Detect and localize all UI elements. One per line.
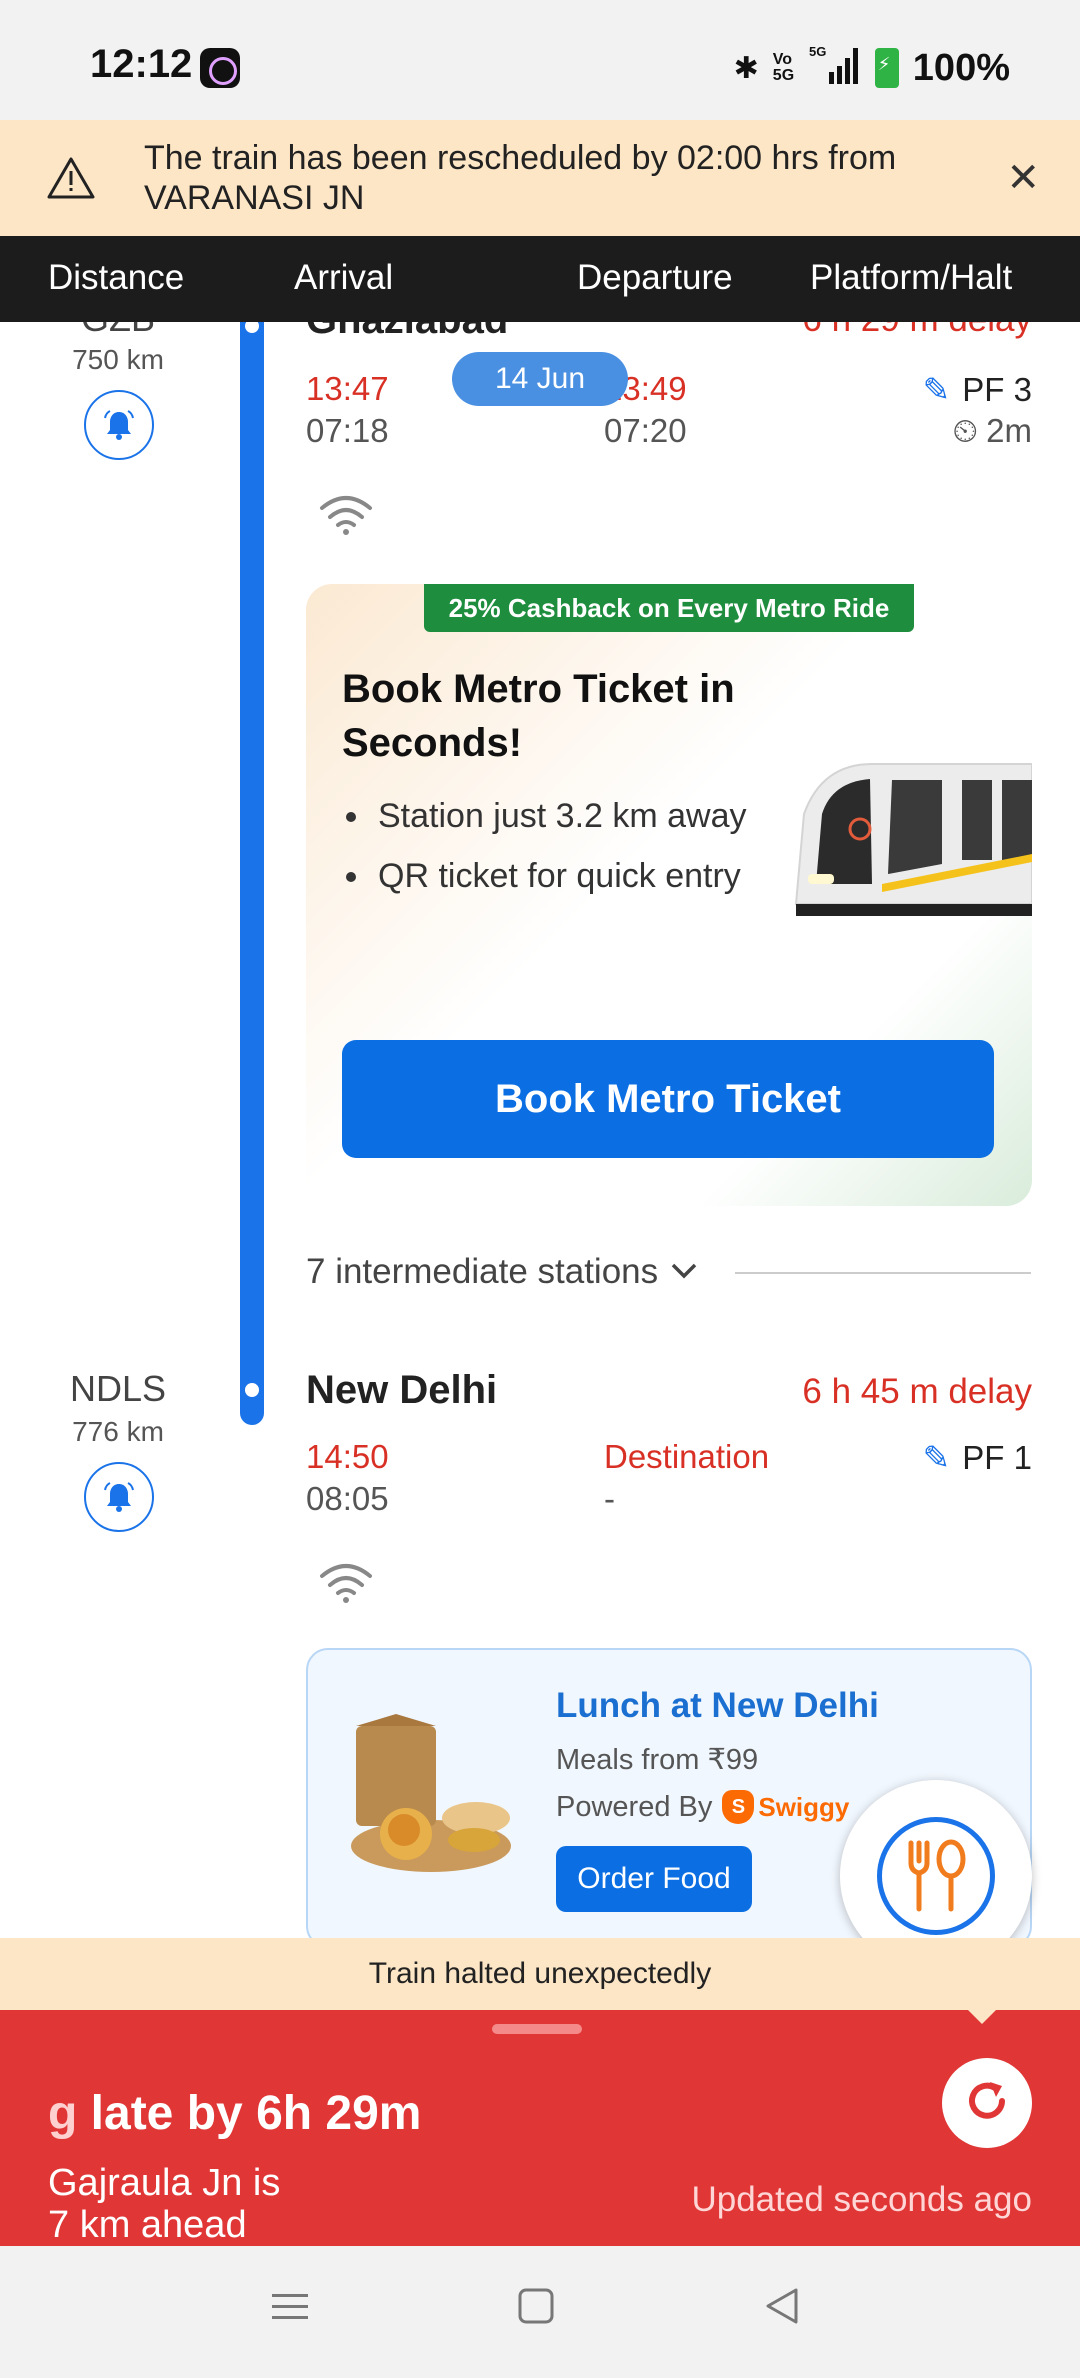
edit-pencil-icon: ✎	[922, 1439, 951, 1476]
order-food-button[interactable]: Order Food	[556, 1846, 752, 1912]
metro-train-image	[792, 734, 1032, 934]
warning-icon	[46, 156, 96, 205]
departure-scheduled: -	[604, 1480, 615, 1517]
arrival-actual: 14:50	[306, 1438, 389, 1475]
date-pill: 14 Jun	[452, 352, 628, 406]
home-icon[interactable]	[516, 2286, 556, 2331]
volte-icon: Vo 5G	[772, 51, 795, 84]
fork-spoon-icon	[877, 1817, 995, 1935]
back-icon[interactable]	[762, 2286, 802, 2331]
timer-off-icon: ⏲	[952, 412, 979, 449]
refresh-icon	[962, 2076, 1012, 2131]
powered-by: Powered By S Swiggy	[556, 1790, 849, 1824]
divider	[735, 1272, 1031, 1274]
status-icons: ✱ Vo 5G 5G 100%	[734, 44, 1010, 92]
platform-number[interactable]: ✎ PF 3	[923, 370, 1032, 409]
station-code: GZB	[18, 322, 218, 340]
arrival-scheduled: 08:05	[306, 1480, 389, 1517]
food-image	[346, 1706, 516, 1876]
swiggy-logo: S Swiggy	[722, 1790, 849, 1824]
alarm-bell-icon[interactable]	[84, 390, 154, 460]
banner-message: The train has been rescheduled by 02:00 …	[144, 139, 897, 217]
station-distance: 750 km	[72, 344, 164, 375]
halt-duration: ⏲ 2m	[952, 412, 1032, 449]
food-subtitle: Meals from ₹99	[556, 1744, 759, 1776]
intermediate-stations-toggle[interactable]: 7 intermediate stations	[306, 1252, 698, 1292]
status-time: 12:12	[90, 42, 193, 86]
station-delay: 6 h 45 m delay	[802, 1372, 1032, 1411]
arrival-scheduled: 07:18	[306, 412, 389, 449]
platform-number[interactable]: ✎ PF 1	[923, 1438, 1032, 1477]
cashback-chip: 25% Cashback on Every Metro Ride	[424, 584, 914, 632]
next-station-line: Gajraula Jn is	[48, 2162, 281, 2204]
halted-notice: Train halted unexpectedly	[0, 1938, 1080, 2010]
late-prefix: g	[48, 2087, 78, 2140]
edit-pencil-icon: ✎	[922, 371, 951, 408]
next-station-distance: 7 km ahead	[48, 2204, 247, 2246]
column-header: Distance Arrival Departure Platform/Halt	[0, 236, 1080, 322]
battery-percent: 100%	[912, 46, 1010, 89]
signal-icon: 5G	[809, 44, 861, 92]
close-icon[interactable]: ✕	[1006, 158, 1040, 198]
swiggy-icon: S	[722, 1790, 755, 1824]
metro-title: Book Metro Ticket in Seconds!	[342, 667, 735, 765]
metro-bullet: Station just 3.2 km away	[342, 786, 762, 846]
book-metro-ticket-button[interactable]: Book Metro Ticket	[342, 1040, 994, 1158]
refresh-button[interactable]	[942, 2058, 1032, 2148]
late-status: g late by 6h 29m	[48, 2086, 421, 2141]
status-bar: 12:12 ✱ Vo 5G 5G 100%	[0, 0, 1080, 120]
arrival-actual: 13:47	[306, 370, 389, 407]
bluetooth-icon: ✱	[733, 51, 759, 85]
station-name[interactable]: New Delhi	[306, 1368, 497, 1413]
reschedule-banner: The train has been rescheduled by 02:00 …	[0, 120, 1080, 236]
route-rail	[240, 322, 264, 1425]
station-dot	[245, 1383, 259, 1397]
metro-bullets: Station just 3.2 km away QR ticket for q…	[342, 786, 762, 906]
live-status-panel[interactable]: g late by 6h 29m Gajraula Jn is 7 km ahe…	[0, 2010, 1080, 2246]
system-nav-bar	[0, 2246, 1080, 2378]
header-platform: Platform/Halt	[810, 258, 1013, 297]
station-code: NDLS	[69, 1368, 167, 1409]
station-distance: 776 km	[72, 1416, 164, 1447]
menu-icon[interactable]	[270, 2286, 310, 2331]
swiggy-label: Swiggy	[758, 1791, 850, 1822]
powered-by-label: Powered By	[556, 1790, 713, 1823]
metro-ad-card[interactable]: 25% Cashback on Every Metro Ride Book Me…	[306, 584, 1032, 1206]
chevron-down-icon	[670, 1256, 698, 1288]
station-name[interactable]: Ghaziabad	[306, 322, 508, 343]
station-delay: 6 h 29 m delay	[802, 322, 1032, 340]
header-departure: Departure	[577, 258, 733, 297]
late-text: late by 6h 29m	[77, 2087, 422, 2140]
wifi-icon	[318, 492, 374, 541]
alarm-bell-icon[interactable]	[84, 1462, 154, 1532]
metro-bullet: QR ticket for quick entry	[342, 846, 762, 906]
next-station-info: Gajraula Jn is 7 km ahead	[48, 2162, 448, 2246]
wifi-icon	[318, 1560, 374, 1609]
updated-time: Updated seconds ago	[691, 2180, 1032, 2219]
header-distance: Distance	[48, 258, 185, 297]
app-notification-icon	[200, 48, 240, 88]
header-arrival: Arrival	[294, 258, 394, 297]
pointer-notch	[968, 2010, 996, 2024]
intermediate-label: 7 intermediate stations	[306, 1252, 659, 1291]
destination-label: Destination	[604, 1438, 770, 1475]
battery-icon	[874, 48, 899, 88]
food-title: Lunch at New Delhi	[556, 1686, 879, 1725]
svg-text:5G: 5G	[809, 44, 826, 59]
station-timeline[interactable]: GZB 750 km Ghaziabad 6 h 29 m delay 13:4…	[0, 322, 1080, 1938]
departure-scheduled: 07:20	[604, 412, 687, 449]
drag-handle[interactable]	[492, 2024, 582, 2034]
